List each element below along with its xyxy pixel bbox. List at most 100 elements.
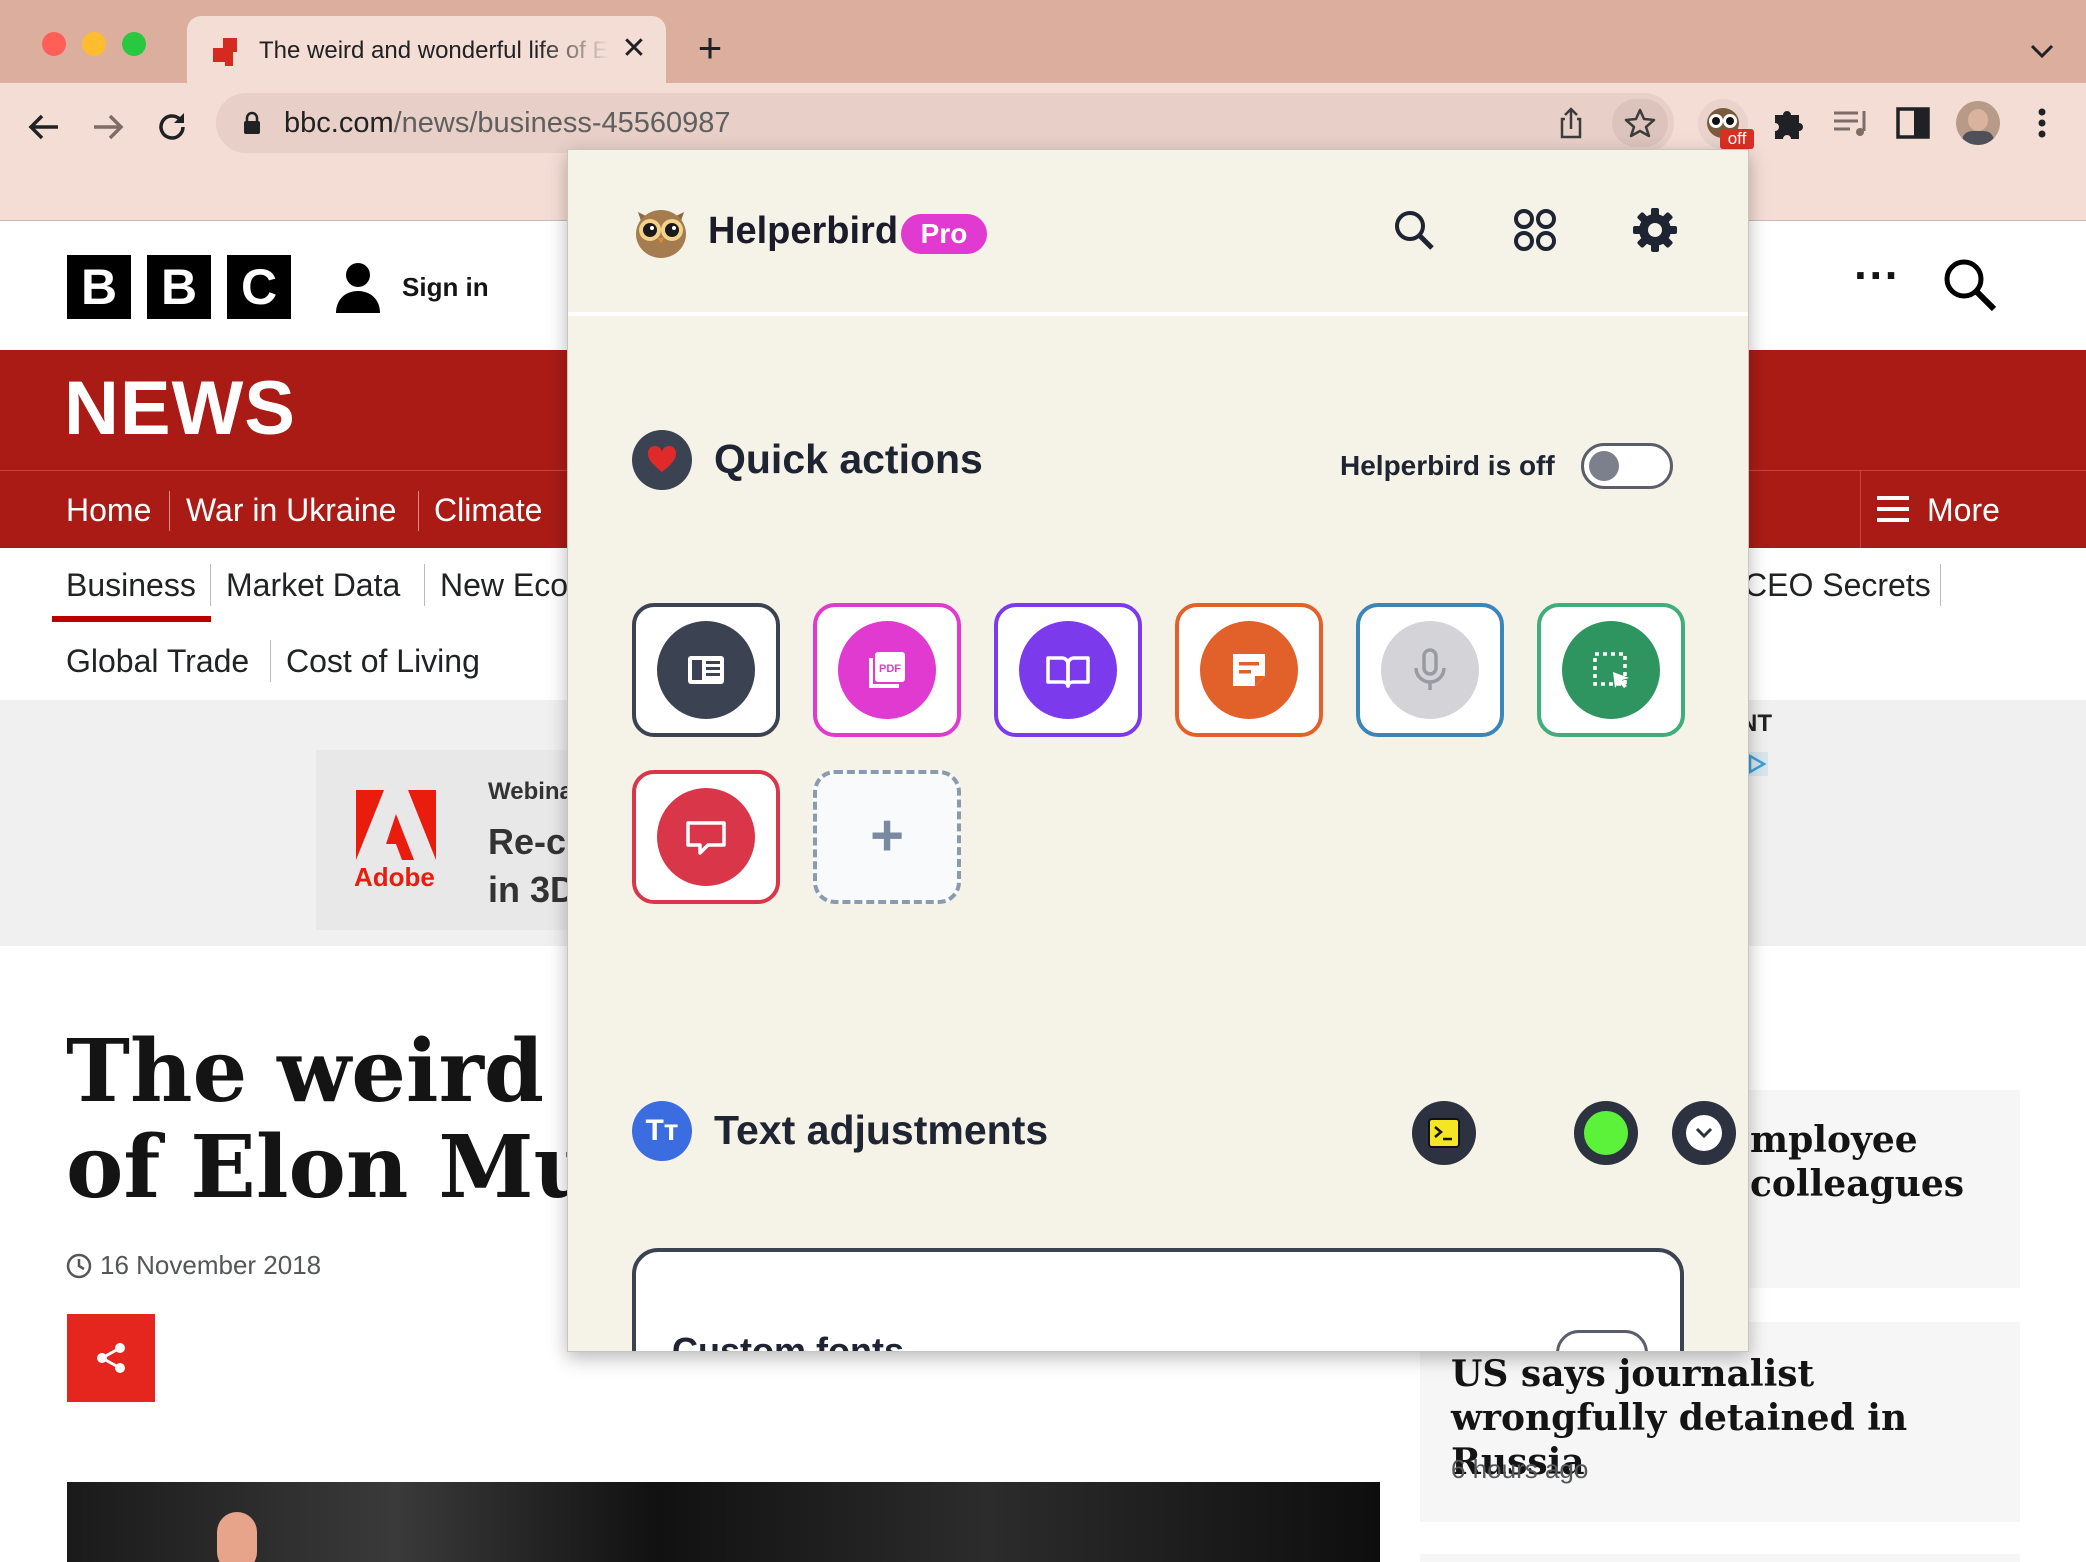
subnav-ceo-secrets[interactable]: CEO Secrets	[1744, 564, 1931, 606]
subnav-global-trade[interactable]: Global Trade	[66, 640, 249, 682]
subnav-business[interactable]: Business	[66, 564, 196, 606]
sign-in-link[interactable]: Sign in	[402, 267, 489, 307]
profile-avatar[interactable]	[1956, 101, 2000, 145]
subnav-separator	[210, 564, 211, 606]
dictation-action[interactable]	[1356, 603, 1504, 737]
advert-title-line2: in 3D	[488, 869, 577, 910]
side-panel-icon[interactable]	[1892, 101, 1936, 145]
subnav-separator	[424, 564, 425, 606]
browser-tab[interactable]: The weird and wonderful life of Elon Mus…	[187, 16, 666, 83]
expand-button[interactable]	[1672, 1101, 1736, 1165]
kebab-menu-icon[interactable]	[2020, 101, 2064, 145]
notes-action[interactable]	[1175, 603, 1323, 737]
news-title[interactable]: NEWS	[64, 364, 296, 454]
terminal-button[interactable]	[1412, 1101, 1476, 1165]
url-path: /news/business-45560987	[393, 107, 731, 139]
subnav-new-economy[interactable]: New Eco	[440, 564, 568, 606]
reader-mode-action[interactable]	[632, 603, 780, 737]
subnav-separator	[1940, 564, 1941, 606]
pro-badge: Pro	[901, 214, 987, 254]
apps-grid-icon[interactable]	[1511, 206, 1559, 254]
clock-icon	[66, 1253, 92, 1279]
url-text[interactable]: bbc.com/news/business-45560987	[284, 105, 731, 141]
search-icon[interactable]	[1942, 257, 1998, 313]
reload-icon[interactable]	[150, 105, 194, 149]
bookmark-button[interactable]	[1612, 99, 1668, 147]
screenshot-action[interactable]	[1537, 603, 1685, 737]
nav-separator	[418, 491, 419, 531]
star-icon	[1624, 108, 1656, 138]
chevron-down-icon	[1695, 1127, 1713, 1139]
pdf-action[interactable]: PDF	[813, 603, 961, 737]
forward-arrow-icon[interactable]	[86, 105, 130, 149]
book-icon	[1019, 621, 1117, 719]
url-host: bbc.com	[284, 107, 394, 139]
share-button[interactable]	[67, 1314, 155, 1402]
extensions-puzzle-icon[interactable]	[1765, 101, 1809, 145]
chat-bubble-icon	[657, 788, 755, 886]
plus-icon: +	[870, 803, 904, 868]
window-zoom-button[interactable]	[122, 32, 146, 56]
browser-tabstrip: The weird and wonderful life of Elon Mus…	[0, 0, 2086, 83]
article-headline: The weird a of Elon Mus	[66, 1024, 644, 1216]
add-action-button[interactable]: +	[813, 770, 961, 904]
green-status-icon	[1584, 1111, 1628, 1155]
article-date-text: 16 November 2018	[100, 1250, 322, 1280]
terminal-icon	[1428, 1118, 1460, 1148]
address-bar[interactable]: bbc.com/news/business-45560987	[216, 93, 1674, 153]
helperbird-extension-button[interactable]: off	[1698, 99, 1754, 149]
new-tab-button[interactable]: +	[690, 27, 730, 69]
extension-off-badge: off	[1720, 129, 1754, 149]
nav-more-button[interactable]: More	[1860, 471, 2086, 549]
chevron-down-icon[interactable]	[2024, 34, 2060, 66]
lock-icon[interactable]	[242, 111, 262, 135]
tab-close-button[interactable]: ✕	[617, 32, 651, 66]
share-nodes-icon	[97, 1343, 125, 1373]
custom-fonts-toggle[interactable]	[1556, 1330, 1648, 1351]
tab-title: The weird and wonderful life of Elon Mus…	[259, 37, 609, 64]
side-story-card[interactable]	[1420, 1554, 2020, 1562]
subnav-market-data[interactable]: Market Data	[226, 564, 400, 606]
window-minimize-button[interactable]	[82, 32, 106, 56]
bbc-logo-b2[interactable]: B	[147, 255, 211, 319]
bbc-logo-b1[interactable]: B	[67, 255, 131, 319]
media-queue-icon[interactable]	[1828, 101, 1872, 145]
helperbird-popup: Helperbird Pro Quick actions Helperbird …	[567, 149, 1749, 1352]
subnav-separator	[270, 640, 271, 682]
search-icon[interactable]	[1390, 206, 1438, 254]
settings-gear-icon[interactable]	[1631, 206, 1679, 254]
window-close-button[interactable]	[42, 32, 66, 56]
side-story-time: 6 hours ago	[1451, 1454, 1589, 1484]
helperbird-owl-logo	[636, 210, 686, 258]
green-status-button[interactable]	[1574, 1101, 1638, 1165]
side-story-line1: mployee	[1750, 1119, 1918, 1161]
more-dots-button[interactable]: ···	[1854, 252, 1900, 298]
hamburger-icon	[1877, 496, 1909, 522]
bbc-logo-c[interactable]: C	[227, 255, 291, 319]
reader-icon	[657, 621, 755, 719]
custom-fonts-card[interactable]: Custom fonts	[632, 1248, 1684, 1351]
pdf-icon-label: PDF	[879, 663, 901, 675]
nav-home[interactable]: Home	[66, 489, 151, 531]
bbc-favicon-icon	[213, 38, 237, 66]
helperbird-power-toggle[interactable]	[1581, 443, 1673, 489]
helperbird-brand: Helperbird	[708, 210, 899, 252]
advert-kicker: Webina	[488, 778, 573, 805]
share-icon[interactable]	[1556, 103, 1586, 143]
text-adjustments-icon: Tт	[632, 1101, 692, 1161]
chevron-circle	[1686, 1115, 1722, 1151]
side-story-title: mployee colleagues	[1750, 1118, 1964, 1206]
subnav-active-indicator	[52, 616, 211, 622]
headline-line1: The weird a	[66, 1021, 630, 1122]
back-arrow-icon[interactable]	[22, 105, 66, 149]
pdf-icon: PDF	[838, 621, 936, 719]
quick-actions-heart-icon	[632, 430, 692, 490]
toggle-knob	[1589, 451, 1619, 481]
dictionary-action[interactable]	[994, 603, 1142, 737]
speech-bubble-action[interactable]	[632, 770, 780, 904]
side-story-card[interactable]: US says journalist wrongfully detained i…	[1420, 1322, 2020, 1522]
nav-war-in-ukraine[interactable]: War in Ukraine	[186, 489, 396, 531]
nav-climate[interactable]: Climate	[434, 489, 542, 531]
user-icon[interactable]	[332, 259, 384, 315]
subnav-cost-of-living[interactable]: Cost of Living	[286, 640, 480, 682]
